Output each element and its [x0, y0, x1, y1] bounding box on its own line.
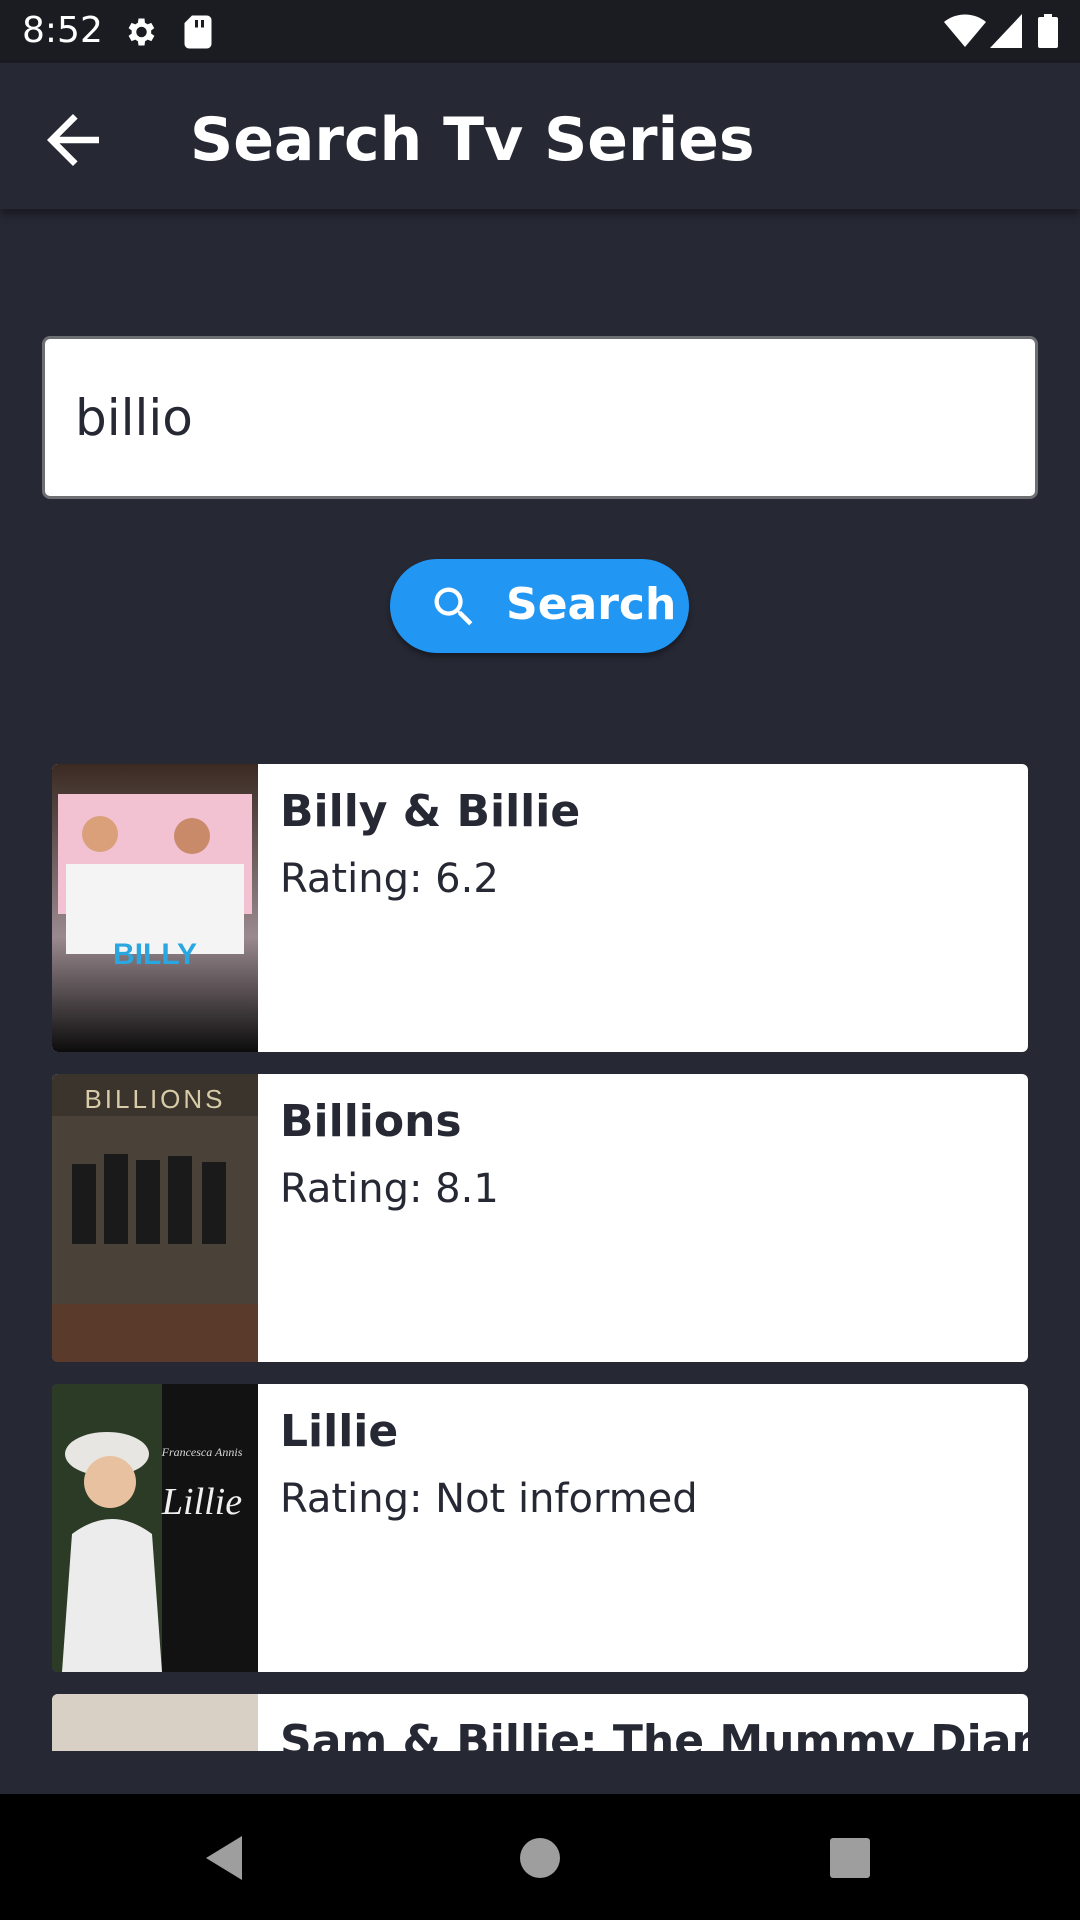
list-item[interactable]: Francesca Annis Lillie Lillie Rating: No… — [52, 1384, 1028, 1672]
list-item[interactable]: BILLY Billy & Billie Rating: 6.2 — [52, 764, 1028, 1052]
series-rating: Rating: 8.1 — [280, 1166, 499, 1212]
signal-icon — [990, 14, 1022, 48]
series-title: Sam & Billie: The Mummy Diaries — [280, 1716, 1028, 1751]
navigation-bar — [0, 1794, 1080, 1920]
app-bar: Search Tv Series — [0, 63, 1080, 209]
series-title: Billy & Billie — [280, 786, 581, 837]
settings-icon — [128, 18, 155, 46]
arrow-back-icon — [47, 114, 99, 166]
svg-text:BILLIONS: BILLIONS — [84, 1084, 225, 1114]
home-circle-icon[interactable] — [508, 1826, 572, 1890]
svg-text:Lillie: Lillie — [161, 1481, 242, 1523]
list-item[interactable]: Sam & Billie: The Mummy Diaries — [52, 1694, 1028, 1751]
wifi-icon — [944, 14, 986, 47]
back-triangle-icon[interactable] — [192, 1826, 256, 1890]
poster-image: BILLY — [52, 764, 258, 1052]
back-button[interactable] — [34, 101, 112, 179]
series-rating: Rating: Not informed — [280, 1476, 698, 1522]
list-item[interactable]: BILLIONS Billions Rating: 8.1 — [52, 1074, 1028, 1362]
search-button-label: Search — [506, 579, 677, 630]
series-rating: Rating: 6.2 — [280, 856, 499, 902]
poster-image: Francesca Annis Lillie — [52, 1384, 258, 1672]
svg-text:BILLY: BILLY — [113, 938, 197, 971]
search-button[interactable]: Search — [390, 559, 689, 653]
sd-card-icon — [184, 15, 212, 49]
page-title: Search Tv Series — [190, 105, 755, 175]
status-bar: 8:52 — [0, 0, 1080, 63]
search-input[interactable] — [75, 339, 975, 496]
recents-square-icon[interactable] — [818, 1826, 882, 1890]
search-icon — [434, 587, 473, 626]
poster-image: BILLIONS — [52, 1074, 258, 1362]
results-list[interactable]: BILLY Billy & Billie Rating: 6.2 BILLION… — [52, 764, 1028, 1751]
series-title: Lillie — [280, 1406, 399, 1457]
search-field[interactable] — [42, 336, 1038, 499]
battery-icon — [1038, 14, 1058, 48]
status-time: 8:52 — [22, 10, 103, 51]
poster-image — [52, 1694, 258, 1751]
svg-text:Francesca Annis: Francesca Annis — [161, 1445, 243, 1459]
series-title: Billions — [280, 1096, 462, 1147]
